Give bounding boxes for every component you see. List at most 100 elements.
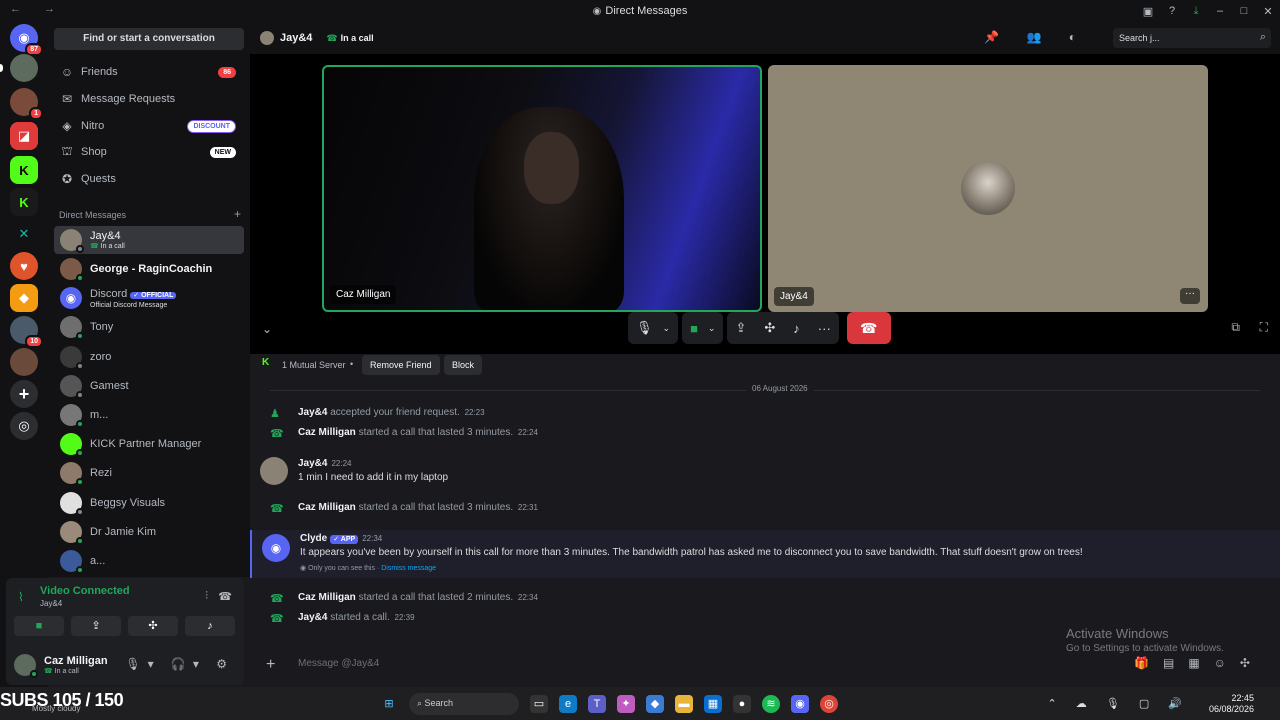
dm-item-a[interactable]: a... xyxy=(54,547,244,575)
dm-item-gamest[interactable]: Gamest xyxy=(54,372,244,400)
camera-button[interactable]: ■ xyxy=(14,616,64,636)
message-author[interactable]: Jay&4 22:24 xyxy=(298,458,352,469)
inbox-icon[interactable]: ▣ xyxy=(1136,5,1160,18)
dm-item-beggsy[interactable]: Beggsy Visuals xyxy=(54,489,244,517)
camera-control[interactable]: ■ ⌄ xyxy=(682,312,724,344)
taskbar-clock[interactable]: 22:45 06/08/2026 xyxy=(1209,693,1254,715)
dm-item-jamie[interactable]: Dr Jamie Kim xyxy=(54,518,244,546)
edge-icon[interactable]: e xyxy=(559,695,577,713)
status-indicator xyxy=(76,478,84,486)
nav-friends[interactable]: ☺ Friends 86 xyxy=(54,60,244,84)
disconnect-icon[interactable]: ☎ xyxy=(218,590,232,603)
soundboard-icon[interactable]: ♪ xyxy=(793,321,800,336)
chat-recipient[interactable]: Jay&4 ☎ In a call xyxy=(260,31,374,45)
start-button[interactable]: ⊞ xyxy=(380,695,398,713)
chrome-icon[interactable]: ◎ xyxy=(820,695,838,713)
nav-quests[interactable]: ✪ Quests xyxy=(54,167,244,191)
message-input[interactable]: Message @Jay&4 xyxy=(298,658,379,669)
activate-windows-watermark: Activate Windows Go to Settings to activa… xyxy=(1066,626,1224,654)
video-tile-caz[interactable]: Caz Milligan xyxy=(322,65,762,312)
home-button[interactable]: ◉ 87 xyxy=(10,24,43,56)
discord-icon: ◉ xyxy=(592,6,602,17)
clyde-avatar[interactable]: ◉ xyxy=(262,534,290,562)
help-icon[interactable]: ? xyxy=(1160,5,1184,17)
teams-icon[interactable]: T xyxy=(588,695,606,713)
dm-item-discord[interactable]: ◉ Discord ✓ OFFICIAL Official Discord Mess… xyxy=(54,284,244,312)
system-message: Jay&4 started a call. 22:39 xyxy=(298,612,415,623)
fullscreen-icon[interactable]: ⛶ xyxy=(1260,320,1268,335)
date-divider: 06 August 2026 xyxy=(270,384,1260,393)
mic-icon: 🎙 xyxy=(636,320,653,335)
activities-button[interactable]: ✣ xyxy=(128,616,178,636)
activities-icon[interactable]: ✣ xyxy=(764,320,775,336)
search-icon: ⌕ xyxy=(1259,31,1266,43)
dismiss-message-link[interactable]: Dismiss message xyxy=(381,565,436,572)
message-author[interactable]: Clyde ✓ APP 22:34 xyxy=(300,533,382,544)
server-icon[interactable]: ✕ xyxy=(10,220,38,248)
dm-item-m[interactable]: m... xyxy=(54,401,244,429)
avatar[interactable] xyxy=(260,457,288,485)
add-dm-button[interactable]: + xyxy=(234,207,241,221)
discord-icon[interactable]: ◉ xyxy=(791,695,809,713)
app-icon[interactable]: ◆ xyxy=(646,695,664,713)
close-button[interactable]: ✕ xyxy=(1256,5,1280,18)
voice-status[interactable]: Video Connected xyxy=(40,585,130,597)
search-input[interactable]: Search j... ⌕ xyxy=(1113,28,1271,48)
maximize-button[interactable]: □ xyxy=(1232,5,1256,17)
system-tray[interactable]: ⌃ ☁ 🎙 ▢ 🔊 xyxy=(1048,697,1191,710)
server-icon[interactable] xyxy=(10,348,38,376)
spotify-icon[interactable]: ≋ xyxy=(762,695,780,713)
mic-control[interactable]: 🎙 ⌄ xyxy=(628,312,679,344)
profile-bar: K 1 Mutual Server • Remove Friend Block xyxy=(250,354,1280,376)
screen-share-icon[interactable]: ⇪ xyxy=(735,320,746,336)
minimize-button[interactable]: – xyxy=(1208,5,1232,17)
video-tile-jay4[interactable]: Jay&4 ··· xyxy=(768,65,1208,312)
dm-item-kick-partner[interactable]: KICK Partner Manager xyxy=(54,430,244,458)
server-icon[interactable]: ◆ xyxy=(10,284,38,312)
composer-tools[interactable]: 🎁▤▦☺✣ xyxy=(1134,656,1264,670)
more-icon[interactable]: ··· xyxy=(1180,288,1200,304)
end-call-button[interactable]: ☎ xyxy=(846,312,891,344)
explore-icon[interactable]: ◎ xyxy=(10,412,38,440)
server-icon[interactable]: ♥ xyxy=(10,252,38,280)
collapse-chevron-icon[interactable]: ⌄ xyxy=(262,322,272,336)
header-icons[interactable]: 📌 👥 ◐ xyxy=(984,30,1088,44)
dm-item-tony[interactable]: Tony xyxy=(54,313,244,341)
noise-suppression-icon[interactable]: ⫶ xyxy=(205,590,208,603)
server-icon[interactable]: 1 xyxy=(10,88,43,120)
server-icon[interactable]: 10 xyxy=(10,316,43,348)
dm-item-rezi[interactable]: Rezi xyxy=(54,459,244,487)
block-button[interactable]: Block xyxy=(444,355,483,375)
kick-server-icon[interactable]: K xyxy=(10,156,38,184)
user-controls[interactable]: 🎙▾ 🎧▾ ⚙ xyxy=(125,657,234,671)
copilot-icon[interactable]: ✦ xyxy=(617,695,635,713)
store-icon[interactable]: ▦ xyxy=(704,695,722,713)
nav-message-requests[interactable]: ✉ Message Requests xyxy=(54,87,244,111)
tile-label: Caz Milligan xyxy=(330,285,397,304)
download-icon[interactable]: ⤓ xyxy=(1184,5,1208,18)
popout-icon[interactable]: ⧉ xyxy=(1231,320,1240,335)
dm-item-zoro[interactable]: zoro xyxy=(54,343,244,371)
dm-item-george[interactable]: George - RaginCoachin xyxy=(54,255,244,283)
soundboard-button[interactable]: ♪ xyxy=(185,616,235,636)
remove-friend-button[interactable]: Remove Friend xyxy=(362,355,440,375)
attach-plus-icon[interactable]: + xyxy=(266,656,275,674)
add-server-icon[interactable]: + xyxy=(10,380,38,408)
screen-share-button[interactable]: ⇪ xyxy=(71,616,121,636)
call-icon: ☎ xyxy=(270,613,284,625)
dm-item-jay4[interactable]: Jay&4 ☎ In a call xyxy=(54,226,244,254)
server-icon[interactable] xyxy=(0,54,38,82)
task-view-icon[interactable]: ▭ xyxy=(530,695,548,713)
find-conversation-button[interactable]: Find or start a conversation xyxy=(54,28,244,50)
avatar[interactable] xyxy=(14,654,38,678)
nav-shop[interactable]: ⛫ Shop NEW xyxy=(54,140,244,164)
taskbar-search[interactable]: ⌕ Search xyxy=(409,693,519,715)
nav-nitro[interactable]: ◈ Nitro DISCOUNT xyxy=(54,114,244,138)
file-explorer-icon[interactable]: ▬ xyxy=(675,695,693,713)
obs-icon[interactable]: ● xyxy=(733,695,751,713)
mutual-servers[interactable]: 1 Mutual Server xyxy=(282,360,346,370)
kick-server-icon[interactable]: K xyxy=(10,188,38,216)
more-options-icon[interactable]: ··· xyxy=(818,321,831,336)
signal-icon[interactable]: ⌇ xyxy=(18,590,24,604)
server-icon[interactable]: ◪ xyxy=(10,122,38,150)
